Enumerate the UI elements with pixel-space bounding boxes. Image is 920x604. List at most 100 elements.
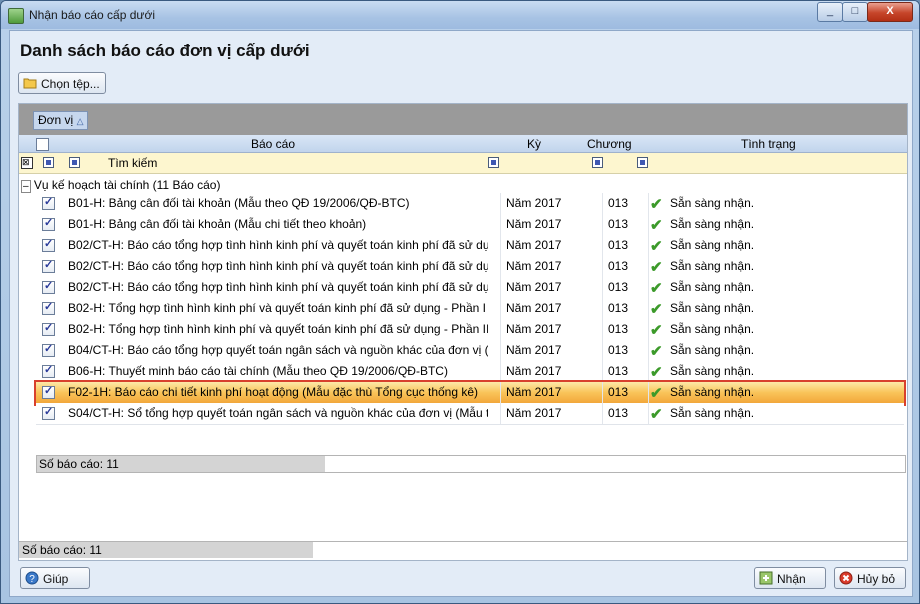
chapter-cell: 013 — [608, 343, 629, 357]
col-status[interactable]: Tình trạng — [741, 137, 796, 151]
report-name-cell: S04/CT-H: Sổ tổng hợp quyết toán ngân sá… — [68, 406, 488, 420]
cell-divider — [500, 277, 501, 298]
col-period[interactable]: Kỳ — [527, 137, 541, 151]
row-checkbox[interactable] — [42, 216, 55, 231]
period-cell: Năm 2017 — [506, 343, 562, 357]
row-checkbox[interactable] — [42, 300, 55, 315]
table-row[interactable]: F02-1H: Báo cáo chi tiết kinh phí hoạt đ… — [34, 380, 906, 406]
status-text: Sẵn sàng nhận. — [670, 385, 755, 399]
cancel-icon — [839, 571, 853, 585]
row-checkbox[interactable] — [42, 342, 55, 357]
group-label: Vụ kế hoạch tài chính (11 Báo cáo) — [33, 178, 221, 192]
filter-search-text[interactable]: Tìm kiếm — [108, 156, 157, 170]
col-chapter[interactable]: Chương — [587, 137, 632, 151]
period-cell: Năm 2017 — [506, 364, 562, 378]
table-row[interactable]: B01-H: Bảng cân đối tài khoản (Mẫu chi t… — [36, 214, 904, 236]
cell-divider — [602, 256, 603, 277]
row-checkbox[interactable] — [42, 363, 55, 378]
period-cell: Năm 2017 — [506, 217, 562, 231]
table-row[interactable]: B01-H: Bảng cân đối tài khoản (Mẫu theo … — [36, 193, 904, 215]
help-button[interactable]: ? Giúp — [20, 567, 90, 589]
checkmark-icon: ✔ — [650, 217, 663, 231]
chapter-cell: 013 — [608, 301, 629, 315]
cell-divider — [602, 382, 603, 403]
checkmark-icon: ✔ — [650, 196, 663, 210]
filter-checkbox-cell[interactable] — [43, 157, 54, 168]
checkmark-icon: ✔ — [650, 238, 663, 252]
dialog-window: Nhận báo cáo cấp dưới _ □ X Danh sách bá… — [0, 0, 920, 604]
chapter-cell: 013 — [608, 238, 629, 252]
checkmark-icon: ✔ — [650, 301, 663, 315]
report-name-cell: B01-H: Bảng cân đối tài khoản (Mẫu theo … — [68, 196, 410, 210]
dialog-body: Danh sách báo cáo đơn vị cấp dưới Chọn t… — [9, 30, 913, 597]
cell-divider — [602, 319, 603, 340]
row-checkbox[interactable] — [42, 405, 55, 420]
cancel-button[interactable]: Hủy bỏ — [834, 567, 906, 589]
chapter-cell: 013 — [608, 196, 629, 210]
status-text: Sẵn sàng nhận. — [670, 406, 755, 420]
column-header-row: Báo cáo Kỳ Chương Tình trạng — [19, 135, 907, 153]
cell-divider — [500, 298, 501, 319]
app-icon — [8, 8, 24, 24]
table-row[interactable]: B02/CT-H: Báo cáo tổng hợp tình hình kin… — [36, 256, 904, 278]
report-name-cell: B02-H: Tổng hợp tình hình kinh phí và qu… — [68, 301, 488, 315]
status-cell: ✔ Sẵn sàng nhận. — [650, 280, 870, 294]
sort-asc-icon: △ — [76, 116, 84, 126]
cell-divider — [500, 361, 501, 382]
clear-filter-icon[interactable]: ⊠ — [21, 157, 33, 169]
group-footer: Số báo cáo: 11 — [36, 455, 906, 473]
folder-icon — [23, 78, 37, 89]
chapter-cell: 013 — [608, 385, 629, 399]
filter-status-op[interactable] — [637, 157, 648, 168]
col-report[interactable]: Báo cáo — [251, 137, 295, 151]
row-checkbox[interactable] — [42, 195, 55, 210]
table-row[interactable]: B02/CT-H: Báo cáo tổng hợp tình hình kin… — [36, 235, 904, 257]
cell-divider — [602, 298, 603, 319]
status-cell: ✔ Sẵn sàng nhận. — [650, 364, 870, 378]
filter-chapter-op[interactable] — [592, 157, 603, 168]
filter-name-op[interactable] — [69, 157, 80, 168]
choose-file-button[interactable]: Chọn tệp... — [18, 72, 106, 94]
row-checkbox[interactable] — [42, 384, 55, 399]
close-button[interactable]: X — [867, 2, 913, 22]
row-checkbox[interactable] — [42, 237, 55, 252]
period-cell: Năm 2017 — [506, 385, 562, 399]
report-name-cell: B01-H: Bảng cân đối tài khoản (Mẫu chi t… — [68, 217, 367, 231]
cell-divider — [648, 340, 649, 361]
grid-footer-count: Số báo cáo: 11 — [22, 543, 102, 557]
group-row[interactable]: – Vụ kế hoạch tài chính (11 Báo cáo) — [21, 178, 221, 193]
checkmark-icon: ✔ — [650, 364, 663, 378]
chapter-cell: 013 — [608, 280, 629, 294]
status-cell: ✔ Sẵn sàng nhận. — [650, 196, 870, 210]
chapter-cell: 013 — [608, 322, 629, 336]
cell-divider — [648, 361, 649, 382]
minimize-button[interactable]: _ — [817, 2, 843, 22]
table-row[interactable]: B06-H: Thuyết minh báo cáo tài chính (Mẫ… — [36, 361, 904, 383]
report-name-cell: F02-1H: Báo cáo chi tiết kinh phí hoạt đ… — [68, 385, 479, 399]
filter-period-op[interactable] — [488, 157, 499, 168]
status-text: Sẵn sàng nhận. — [670, 322, 755, 336]
status-cell: ✔ Sẵn sàng nhận. — [650, 385, 870, 399]
table-row[interactable]: B02-H: Tổng hợp tình hình kinh phí và qu… — [36, 298, 904, 320]
table-row[interactable]: S04/CT-H: Sổ tổng hợp quyết toán ngân sá… — [36, 403, 904, 425]
table-row[interactable]: B02/CT-H: Báo cáo tổng hợp tình hình kin… — [36, 277, 904, 299]
chapter-cell: 013 — [608, 406, 629, 420]
grid-footer-blank — [313, 542, 907, 558]
cell-divider — [500, 214, 501, 235]
table-row[interactable]: B02-H: Tổng hợp tình hình kinh phí và qu… — [36, 319, 904, 341]
table-row[interactable]: B04/CT-H: Báo cáo tổng hợp quyết toán ng… — [36, 340, 904, 362]
choose-file-label: Chọn tệp... — [41, 77, 100, 91]
maximize-button[interactable]: □ — [842, 2, 868, 22]
row-checkbox[interactable] — [42, 258, 55, 273]
cell-divider — [648, 214, 649, 235]
report-name-cell: B02/CT-H: Báo cáo tổng hợp tình hình kin… — [68, 238, 488, 252]
collapse-icon[interactable]: – — [21, 180, 31, 193]
row-checkbox[interactable] — [42, 279, 55, 294]
row-checkbox[interactable] — [42, 321, 55, 336]
group-chip-unit[interactable]: Đơn vị △ — [33, 111, 89, 130]
cell-divider — [602, 193, 603, 214]
cell-divider — [500, 382, 501, 403]
cell-divider — [602, 214, 603, 235]
receive-button[interactable]: Nhận — [754, 567, 826, 589]
header-checkbox[interactable] — [36, 138, 49, 151]
